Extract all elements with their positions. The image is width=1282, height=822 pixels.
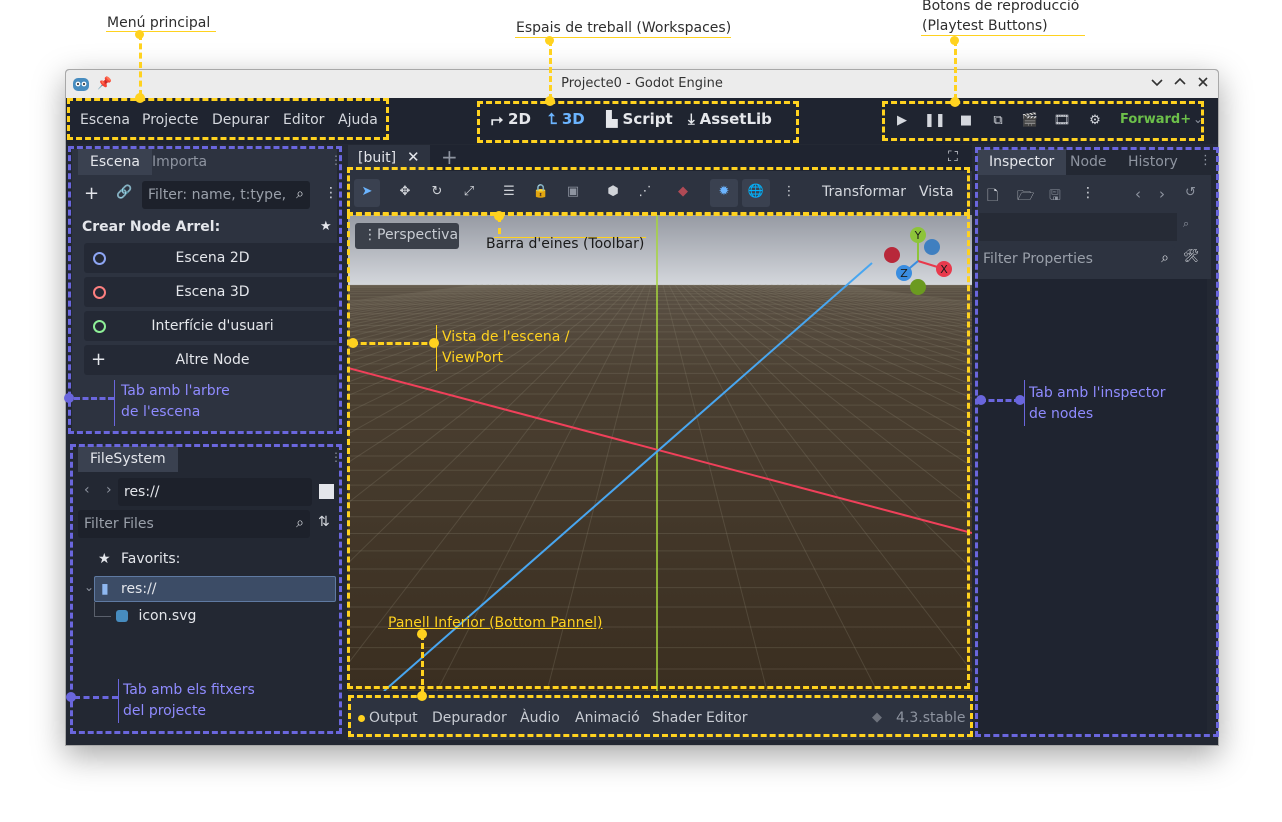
label-files-1: Tab amb els fitxers (123, 682, 255, 698)
label-workspaces: Espais de treball (Workspaces) (516, 20, 732, 36)
close-tab-icon[interactable]: ✕ (407, 148, 420, 166)
connector (498, 216, 501, 234)
connector-dot (348, 338, 358, 348)
minimize-button[interactable] (1148, 75, 1166, 93)
connector (549, 40, 552, 100)
connector-dot (545, 96, 555, 106)
main-menu-highlight (67, 98, 389, 140)
label-viewport-1: Vista de l'escena / (442, 329, 570, 345)
connector-dot (66, 692, 76, 702)
label-files-2: del projecte (123, 703, 207, 719)
label-inspector-1: Tab amb l'inspector (1029, 385, 1166, 401)
label-underline (515, 37, 731, 38)
title-bar: 📌 Projecte0 - Godot Engine (66, 70, 1218, 99)
playtest-highlight (882, 101, 1204, 141)
maximize-button[interactable] (1171, 75, 1189, 93)
add-tab-icon[interactable]: + (441, 145, 458, 169)
distraction-free-icon[interactable]: ⛶ (948, 149, 958, 165)
connector (980, 399, 1020, 402)
connector-dot (950, 36, 959, 45)
inspector-highlight (975, 147, 1219, 737)
toolbar-highlight (347, 167, 970, 215)
label-bottom-panel: Panell Inferior (Bottom Pannel) (388, 615, 603, 631)
window-title: Projecte0 - Godot Engine (561, 76, 723, 91)
connector-dot (417, 691, 427, 701)
connector-tick (114, 380, 115, 426)
bottom-panel-highlight (348, 695, 973, 737)
connector (954, 40, 957, 100)
label-playtest-1: Botons de reproducció (922, 0, 1080, 14)
connector-dot (135, 93, 145, 103)
label-main-menu: Menú principal (107, 15, 211, 31)
connector-dot (429, 338, 439, 348)
connector (421, 634, 424, 694)
connector (74, 397, 114, 400)
label-underline (921, 35, 1085, 36)
connector-dot (950, 97, 960, 107)
connector-tick (1024, 380, 1025, 426)
workspaces-highlight (477, 101, 799, 143)
label-viewport-tick (436, 325, 437, 371)
label-inspector-2: de nodes (1029, 406, 1094, 422)
label-viewport-2: ViewPort (442, 350, 503, 366)
connector-tick (118, 679, 119, 723)
label-toolbar: Barra d'eines (Toolbar) (486, 236, 645, 252)
connector (352, 342, 436, 345)
label-scene-tree-2: de l'escena (121, 404, 201, 420)
label-scene-tree-1: Tab amb l'arbre (121, 383, 230, 399)
label-underline (106, 31, 216, 32)
close-window-button[interactable] (1194, 75, 1212, 93)
connector-dot (976, 395, 986, 405)
connector (139, 34, 142, 96)
connector-dot (64, 393, 74, 403)
label-playtest-2: (Playtest Buttons) (922, 18, 1048, 34)
connector (74, 696, 118, 699)
